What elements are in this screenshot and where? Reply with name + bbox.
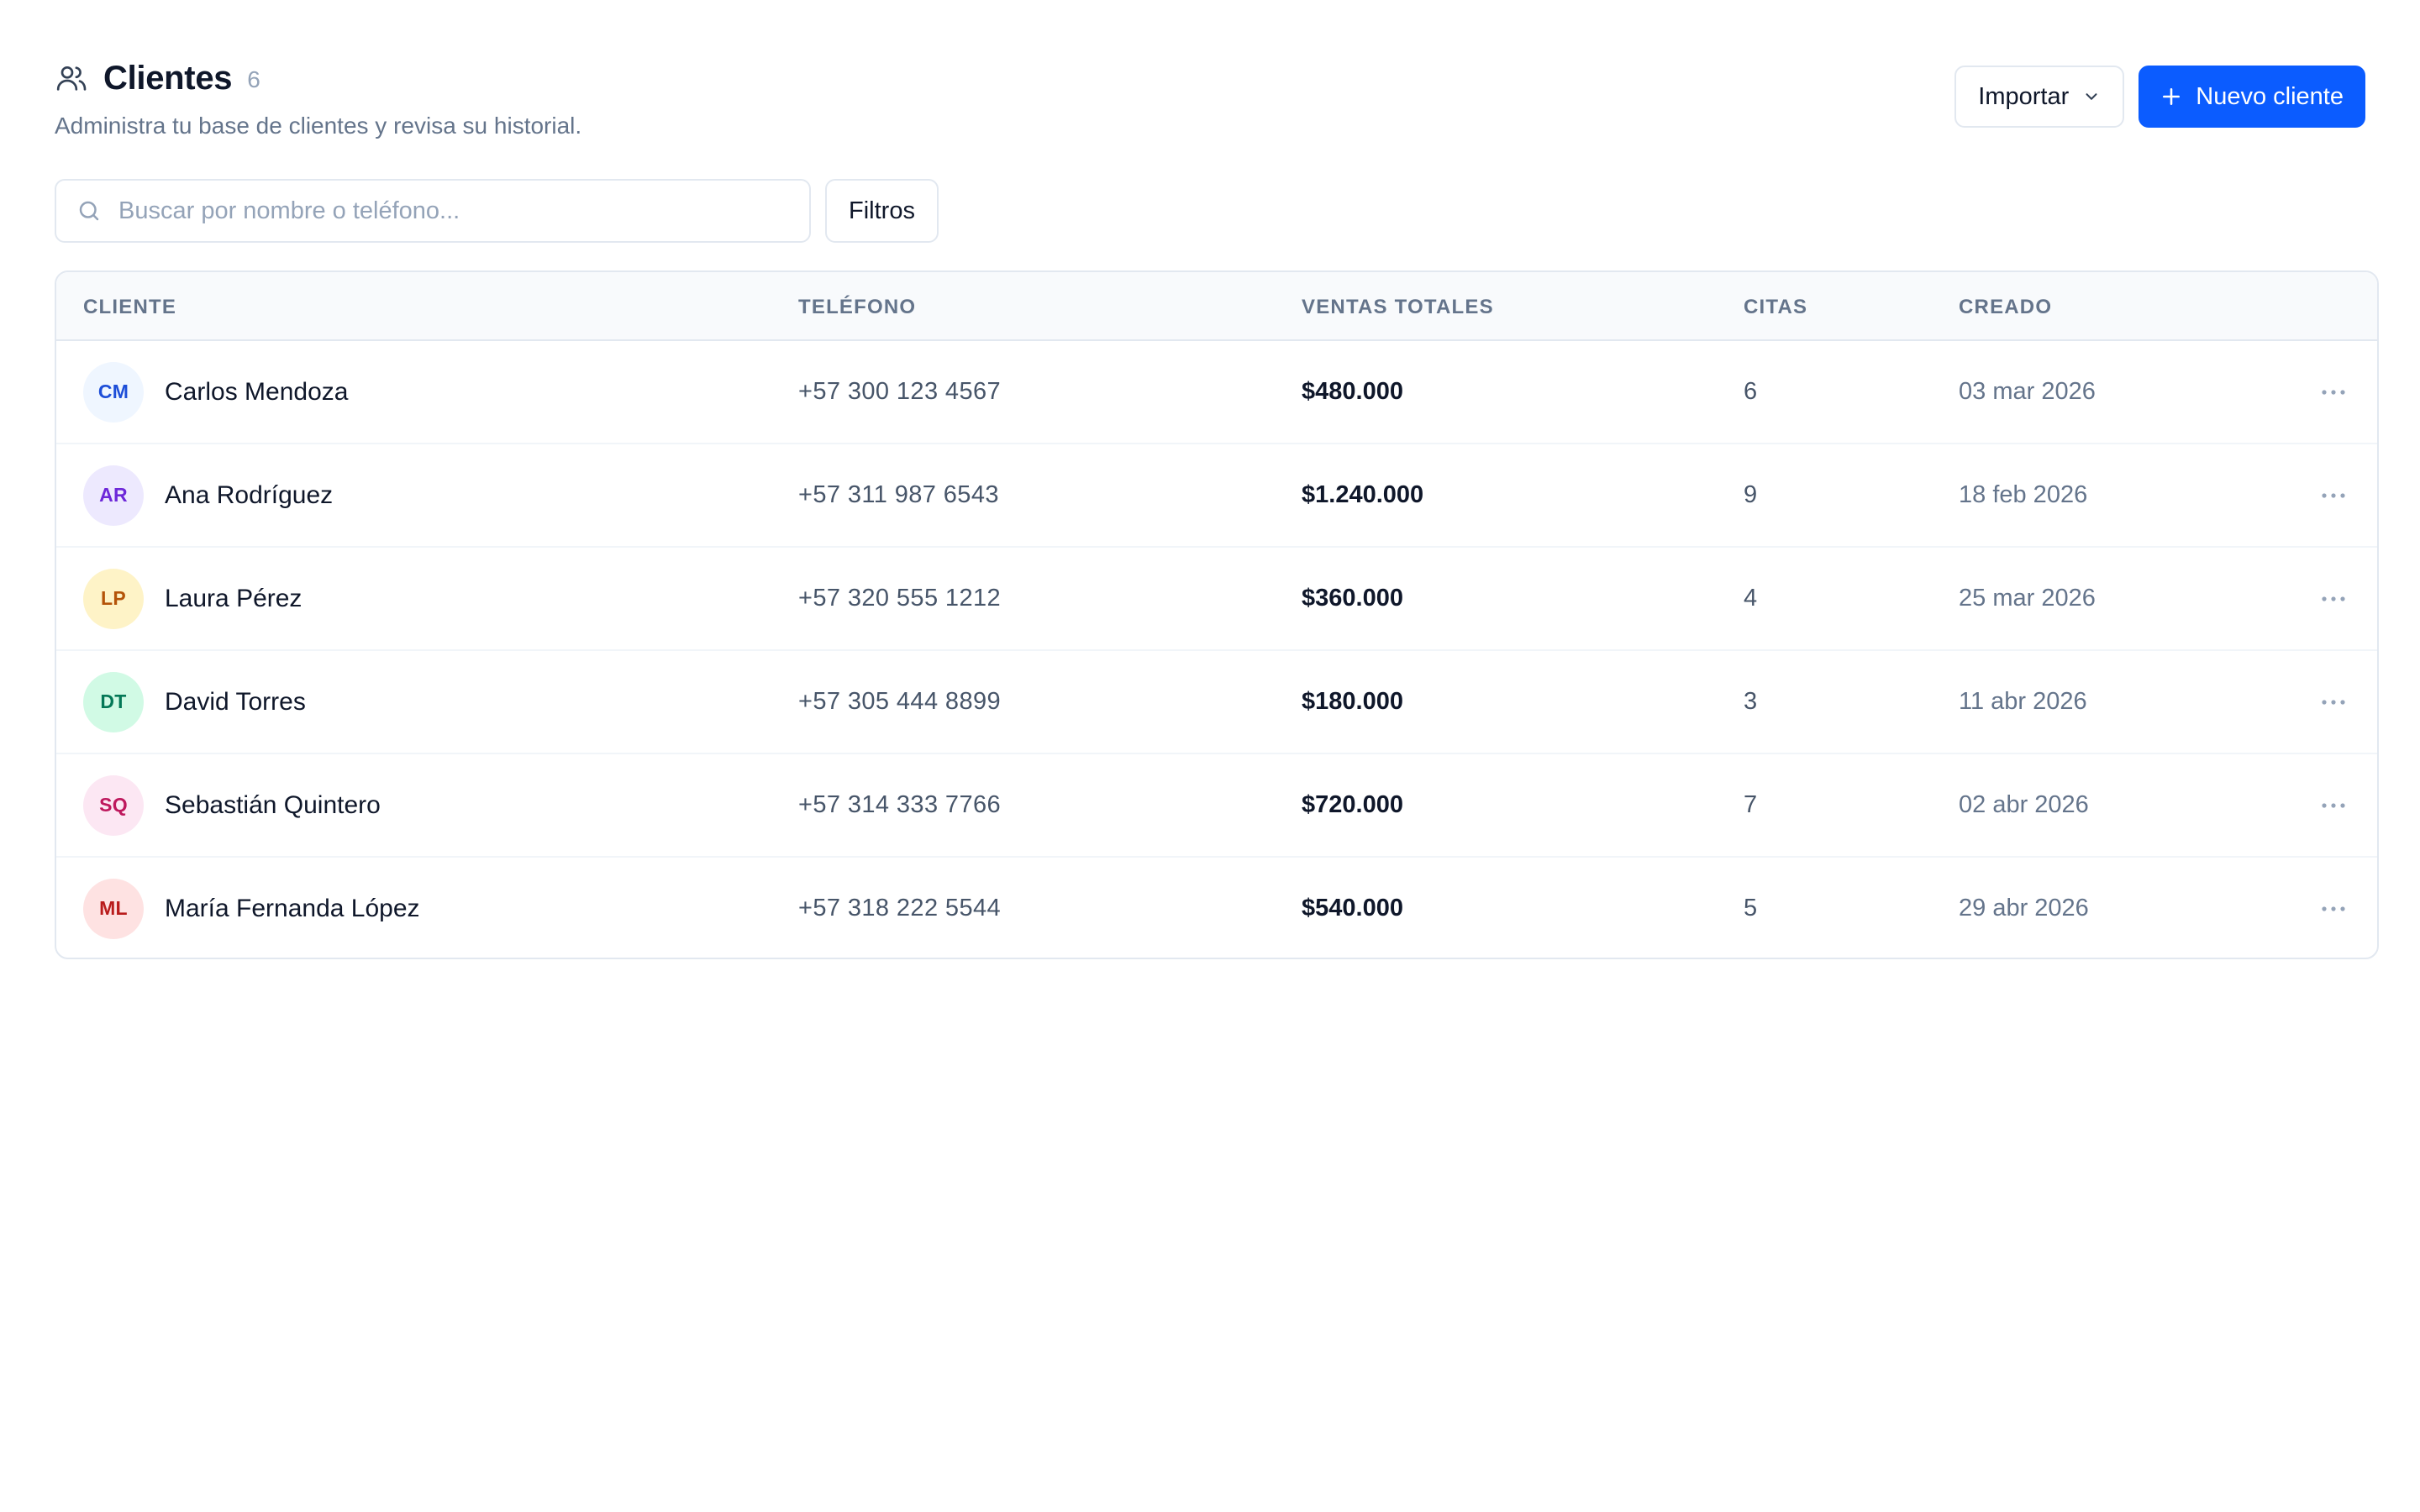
client-cell: AR Ana Rodríguez [83, 444, 333, 546]
more-horizontal-icon [2322, 699, 2345, 705]
avatar: SQ [83, 774, 144, 836]
new-client-button-label: Nuevo cliente [2196, 82, 2344, 110]
plus-icon [2163, 88, 2181, 105]
created-cell: 25 mar 2026 [1959, 585, 2096, 612]
appointments-cell: 4 [1744, 585, 1758, 612]
header-actions: Importar Nuevo cliente [1954, 66, 2365, 128]
appointments-cell: 7 [1744, 791, 1758, 818]
row-more-button[interactable] [2315, 580, 2352, 617]
client-cell: CM Carlos Mendoza [83, 341, 348, 443]
table-row[interactable]: AR Ana Rodríguez +57 311 987 6543 $1.240… [56, 444, 2377, 548]
created-cell: 03 mar 2026 [1959, 378, 2096, 405]
avatar: AR [83, 465, 144, 526]
created-cell: 11 abr 2026 [1959, 688, 2087, 715]
client-cell: DT David Torres [83, 651, 306, 753]
client-count: 6 [247, 66, 260, 92]
appointments-cell: 5 [1744, 895, 1758, 921]
created-cell: 29 abr 2026 [1959, 895, 2089, 921]
client-name[interactable]: Ana Rodríguez [165, 481, 333, 510]
sales-cell: $180.000 [1302, 688, 1403, 715]
row-more-button[interactable] [2315, 477, 2352, 514]
client-name[interactable]: Sebastián Quintero [165, 791, 381, 820]
client-cell: LP Laura Pérez [83, 548, 302, 649]
column-header-client[interactable]: CLIENTE [83, 296, 176, 319]
created-cell: 18 feb 2026 [1959, 481, 2088, 508]
search-box [55, 179, 811, 243]
table-row[interactable]: DT David Torres +57 305 444 8899 $180.00… [56, 651, 2377, 754]
sales-cell: $720.000 [1302, 791, 1403, 818]
client-name[interactable]: María Fernanda López [165, 895, 420, 923]
more-horizontal-icon [2322, 389, 2345, 395]
import-button-label: Importar [1978, 82, 2070, 110]
column-header-phone[interactable]: TELÉFONO [798, 296, 916, 319]
row-actions-cell [2315, 754, 2352, 856]
appointments-cell: 3 [1744, 688, 1758, 715]
row-more-button[interactable] [2315, 374, 2352, 411]
appointments-cell: 6 [1744, 378, 1758, 405]
client-cell: ML María Fernanda López [83, 858, 420, 958]
clients-page: Clientes 6 Administra tu base de cliente… [0, 0, 2420, 1512]
users-icon [55, 61, 88, 95]
phone-cell: +57 311 987 6543 [798, 481, 999, 508]
avatar: LP [83, 568, 144, 629]
table-row[interactable]: LP Laura Pérez +57 320 555 1212 $360.000… [56, 548, 2377, 651]
sales-cell: $540.000 [1302, 895, 1403, 921]
table-body: CM Carlos Mendoza +57 300 123 4567 $480.… [56, 341, 2377, 958]
row-actions-cell [2315, 858, 2352, 958]
more-horizontal-icon [2322, 906, 2345, 911]
client-name[interactable]: Laura Pérez [165, 585, 302, 613]
filters-button-label: Filtros [849, 197, 915, 224]
avatar: DT [83, 671, 144, 732]
more-horizontal-icon [2322, 492, 2345, 498]
search-input[interactable] [118, 197, 789, 225]
row-actions-cell [2315, 341, 2352, 443]
chevron-down-icon [2086, 93, 2097, 100]
avatar: CM [83, 361, 144, 423]
row-actions-cell [2315, 651, 2352, 753]
phone-cell: +57 320 555 1212 [798, 585, 1002, 612]
client-name[interactable]: David Torres [165, 688, 306, 717]
search-icon [79, 201, 99, 221]
column-header-created[interactable]: CREADO [1959, 296, 2052, 319]
more-horizontal-icon [2322, 802, 2345, 808]
row-more-button[interactable] [2315, 890, 2352, 927]
phone-cell: +57 300 123 4567 [798, 378, 1002, 405]
sales-cell: $480.000 [1302, 378, 1403, 405]
table-header: CLIENTE TELÉFONO VENTAS TOTALES CITAS CR… [56, 272, 2377, 341]
column-header-sales[interactable]: VENTAS TOTALES [1302, 296, 1494, 319]
new-client-button[interactable]: Nuevo cliente [2139, 66, 2365, 128]
client-name[interactable]: Carlos Mendoza [165, 378, 348, 407]
appointments-cell: 9 [1744, 481, 1758, 508]
sales-cell: $1.240.000 [1302, 481, 1424, 508]
table-row[interactable]: SQ Sebastián Quintero +57 314 333 7766 $… [56, 754, 2377, 858]
avatar: ML [83, 878, 144, 939]
row-more-button[interactable] [2315, 787, 2352, 824]
phone-cell: +57 314 333 7766 [798, 791, 1002, 818]
created-cell: 02 abr 2026 [1959, 791, 2089, 818]
filters-button[interactable]: Filtros [825, 179, 939, 243]
page-title: Clientes [103, 59, 233, 97]
table-row[interactable]: ML María Fernanda López +57 318 222 5544… [56, 858, 2377, 958]
phone-cell: +57 305 444 8899 [798, 688, 1002, 715]
import-button[interactable]: Importar [1954, 66, 2125, 128]
table-row[interactable]: CM Carlos Mendoza +57 300 123 4567 $480.… [56, 341, 2377, 444]
row-more-button[interactable] [2315, 684, 2352, 721]
row-actions-cell [2315, 444, 2352, 546]
client-cell: SQ Sebastián Quintero [83, 754, 381, 856]
toolbar: Filtros [55, 179, 939, 243]
row-actions-cell [2315, 548, 2352, 649]
page-header: Clientes 6 Administra tu base de cliente… [55, 55, 2365, 139]
clients-table: CLIENTE TELÉFONO VENTAS TOTALES CITAS CR… [55, 270, 2379, 959]
column-header-appointments[interactable]: CITAS [1744, 296, 1807, 319]
sales-cell: $360.000 [1302, 585, 1403, 612]
phone-cell: +57 318 222 5544 [798, 895, 1002, 921]
more-horizontal-icon [2322, 596, 2345, 601]
